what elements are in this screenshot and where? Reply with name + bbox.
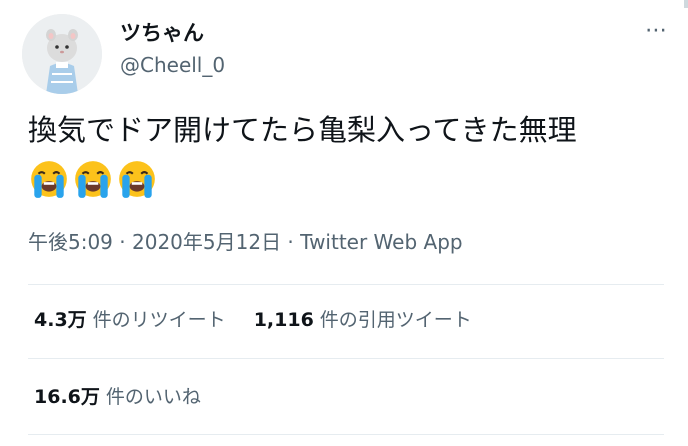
avatar[interactable] [22,14,102,94]
divider [28,434,664,435]
emoji-row [28,158,160,200]
stats-row-likes: 16.6万 件のいいね [34,384,229,410]
retweets-stat[interactable]: 4.3万 件のリツイート [34,307,226,333]
likes-label: 件のいいね [105,386,201,408]
avatar-image [22,14,102,94]
stats-row-shares: 4.3万 件のリツイート 1,116 件の引用ツイート [34,307,500,333]
display-name[interactable]: ツちゃん [120,20,204,46]
tweet-meta: 午後5:09 · 2020年5月12日 · Twitter Web App [28,228,463,256]
tweet-text: 換気でドア開けてたら亀梨入ってきた無理 [28,113,577,147]
retweets-label: 件のリツイート [92,309,226,331]
window-edge [684,0,688,8]
meta-separator: · [281,230,301,254]
retweets-count: 4.3万 [34,309,87,331]
user-handle[interactable]: @Cheell_0 [120,52,225,78]
meta-separator: · [112,230,132,254]
loudly-crying-face-icon [75,161,111,198]
loudly-crying-face-icon [31,161,67,198]
likes-count: 16.6万 [34,386,100,408]
loudly-crying-face-icon [119,161,155,198]
more-options-icon[interactable]: ⋯ [645,18,668,43]
tweet-time[interactable]: 午後5:09 [28,230,113,254]
divider [28,358,664,359]
divider [28,284,664,285]
likes-stat[interactable]: 16.6万 件のいいね [34,384,201,410]
tweet-date[interactable]: 2020年5月12日 [132,230,281,254]
tweet-source[interactable]: Twitter Web App [300,230,462,254]
quote-tweets-count: 1,116 [253,309,314,331]
quote-tweets-stat[interactable]: 1,116 件の引用ツイート [254,307,472,333]
quote-tweets-label: 件の引用ツイート [319,309,472,331]
